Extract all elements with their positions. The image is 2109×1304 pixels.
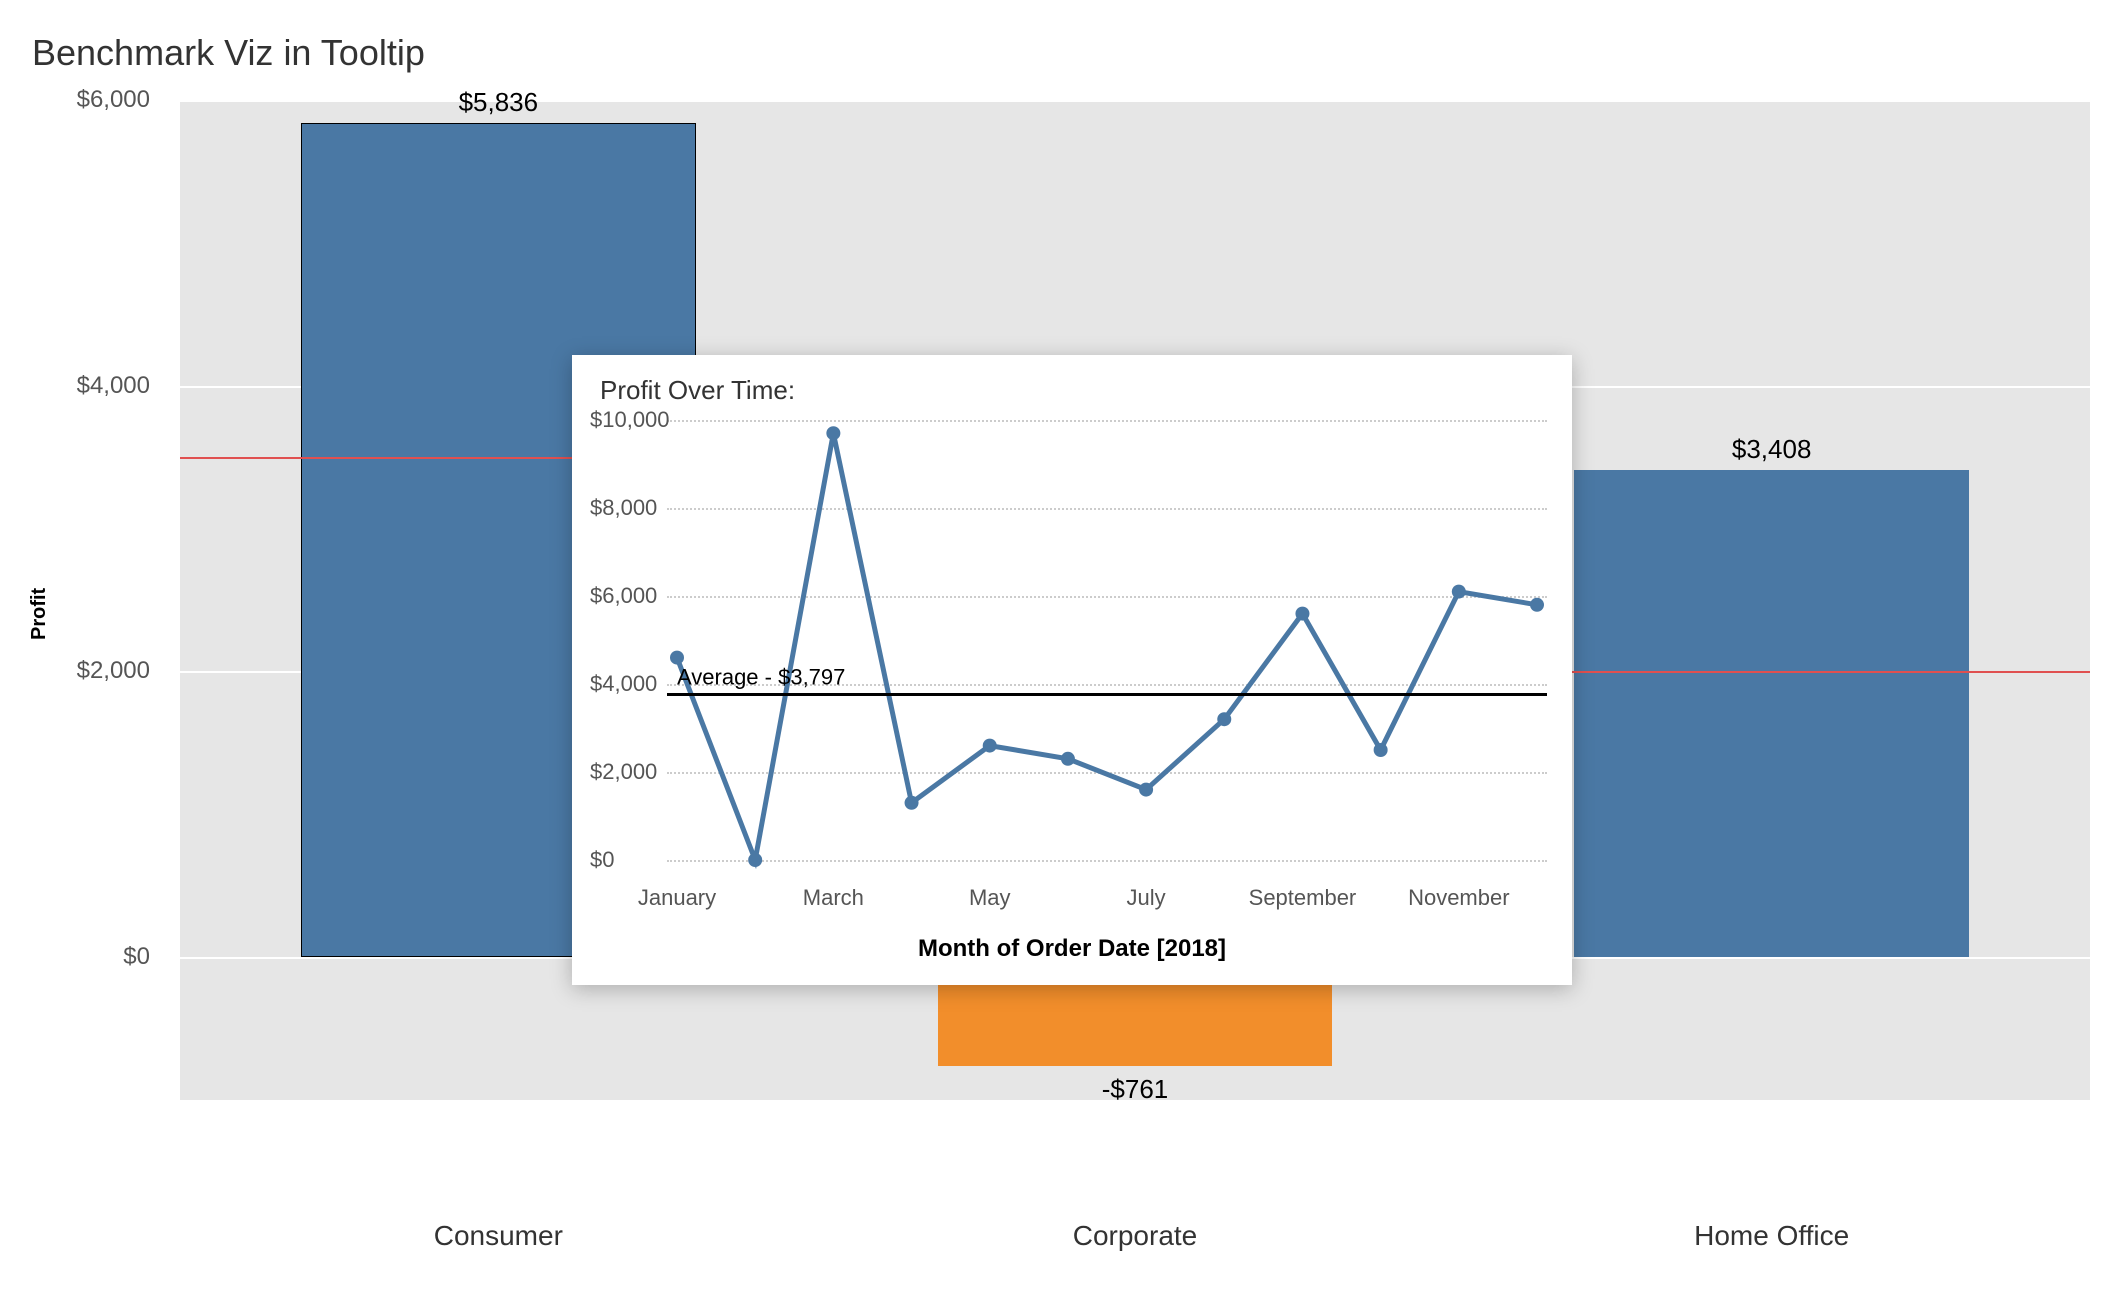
tooltip-x-tick-label: March: [803, 885, 864, 911]
average-reference-label: Average - $3,797: [677, 664, 845, 690]
tooltip-y-tick-label: $6,000: [590, 583, 657, 609]
y-tick-label: $6,000: [30, 86, 150, 114]
tooltip-x-tick-label: November: [1408, 885, 1509, 911]
tooltip-title: Profit Over Time:: [600, 375, 795, 406]
y-tick-label: $0: [30, 943, 150, 971]
tooltip-y-tick-label: $4,000: [590, 671, 657, 697]
tooltip-x-tick-label: September: [1249, 885, 1357, 911]
tooltip-y-tick-label: $8,000: [590, 495, 657, 521]
average-reference-line: [667, 693, 1547, 696]
y-axis-label: Profit: [28, 588, 51, 640]
y-tick-label: $2,000: [30, 657, 150, 685]
y-tick-label: $4,000: [30, 372, 150, 400]
line-chart[interactable]: Average - $3,797: [667, 410, 1547, 870]
bar-value-label: $3,408: [1732, 434, 1812, 465]
viz-in-tooltip: Profit Over Time: Average - $3,797 $0 $2,…: [572, 355, 1572, 985]
line-series: [667, 410, 1547, 870]
tooltip-y-tick-label: $0: [590, 847, 614, 873]
x-category-label: Consumer: [434, 1220, 563, 1252]
tooltip-y-tick-label: $2,000: [590, 759, 657, 785]
tooltip-x-tick-label: May: [969, 885, 1011, 911]
tooltip-y-tick-label: $10,000: [590, 407, 670, 433]
x-category-label: Home Office: [1694, 1220, 1849, 1252]
page-title: Benchmark Viz in Tooltip: [32, 32, 425, 74]
bar-value-label: -$761: [1102, 1074, 1169, 1105]
tooltip-x-tick-label: January: [638, 885, 716, 911]
tooltip-x-axis-label: Month of Order Date [2018]: [572, 935, 1572, 963]
bar-value-label: $5,836: [459, 87, 539, 118]
x-category-label: Corporate: [1073, 1220, 1198, 1252]
tooltip-x-tick-label: July: [1127, 885, 1166, 911]
bar-home-office[interactable]: [1574, 470, 1969, 957]
